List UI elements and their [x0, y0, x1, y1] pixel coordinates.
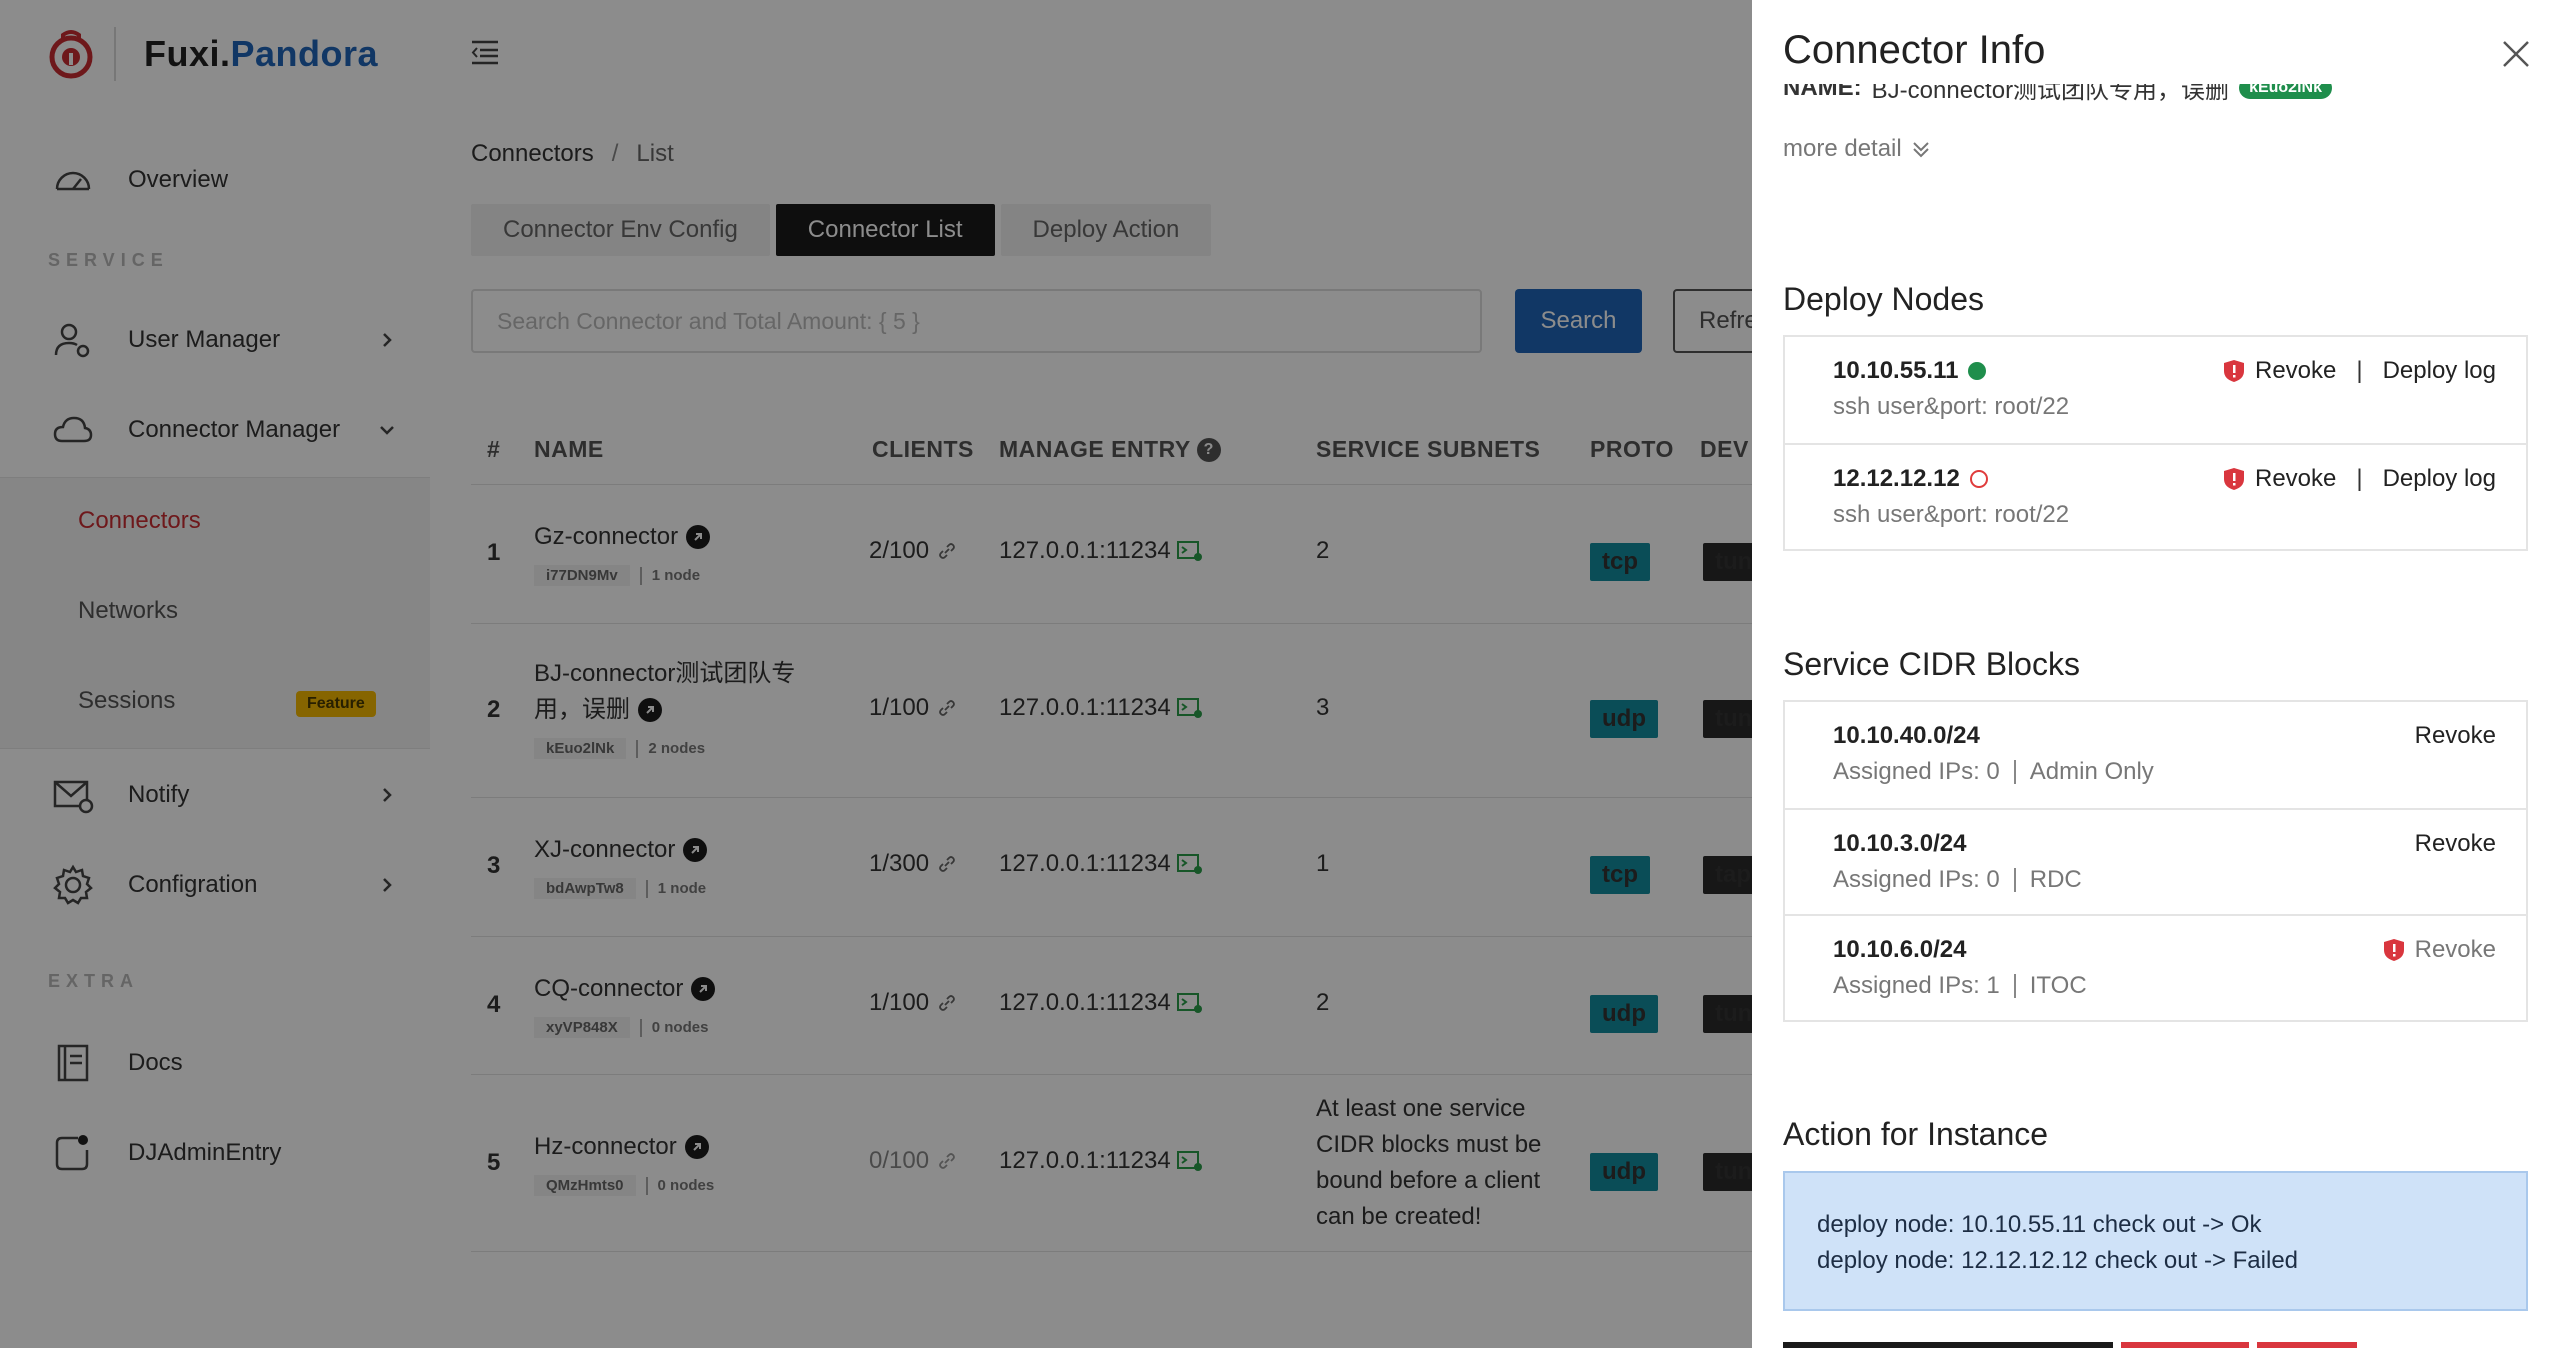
name-key-badge: kEuo2lNk	[2239, 84, 2332, 99]
action-line: deploy node: 10.10.55.11 check out -> Ok	[1817, 1211, 2262, 1238]
drawer-title: Connector Info	[1783, 28, 2046, 72]
status-ok-icon	[1968, 362, 1987, 380]
action-result-box: deploy node: 10.10.55.11 check out -> Ok…	[1783, 1171, 2528, 1311]
status-failed-icon	[1969, 470, 1988, 488]
revoke-node-button[interactable]: Revoke	[2255, 465, 2336, 493]
assigned-ips: Assigned IPs: 0	[1833, 866, 2000, 893]
revoke-cidr-button[interactable]: Revoke	[2415, 830, 2496, 858]
action-title: Action for Instance	[1783, 1116, 2049, 1152]
cidr-item: 10.10.6.0/24 Assigned IPs: 1 ITOC Revoke	[1785, 914, 2526, 1020]
drawer-danger-button-2[interactable]	[2257, 1342, 2357, 1348]
connector-info-drawer: Connector Info NAME: BJ-connector测试团队专用，…	[1752, 0, 2556, 1348]
cidr-tag: Admin Only	[2029, 758, 2154, 785]
deploy-nodes-title: Deploy Nodes	[1783, 281, 1984, 317]
revoke-node-button[interactable]: Revoke	[2255, 357, 2336, 385]
cidr-list: 10.10.40.0/24 Assigned IPs: 0 Admin Only …	[1783, 700, 2528, 1022]
more-detail-toggle[interactable]: more detail	[1783, 135, 1932, 163]
cidr-value: 10.10.6.0/24	[1833, 936, 1967, 963]
shield-icon	[2223, 360, 2244, 382]
action-line: deploy node: 12.12.12.12 check out -> Fa…	[1817, 1247, 2299, 1274]
assigned-ips: Assigned IPs: 1	[1833, 972, 2000, 999]
deploy-node-item: 10.10.55.11 ssh user&port: root/22 Revok…	[1833, 357, 2496, 420]
name-line-clip: NAME: BJ-connector测试团队专用，误删 kEuo2lNk	[1752, 84, 2556, 114]
chevron-down-icon	[1913, 142, 1929, 158]
connector-name-line: NAME: BJ-connector测试团队专用，误删 kEuo2lNk	[1783, 84, 2332, 105]
cidr-tag: ITOC	[2029, 972, 2087, 999]
shield-icon	[2383, 939, 2404, 961]
revoke-cidr-button[interactable]: Revoke	[2415, 936, 2496, 964]
cidr-title: Service CIDR Blocks	[1783, 646, 2080, 682]
cidr-tag: RDC	[2029, 866, 2082, 893]
cidr-value: 10.10.40.0/24	[1833, 722, 1980, 749]
cidr-item: 10.10.3.0/24 Assigned IPs: 0 RDC Revoke	[1785, 808, 2526, 914]
node-ssh: ssh user&port: root/22	[1833, 393, 2070, 420]
deploy-nodes-list: 10.10.55.11 ssh user&port: root/22 Revok…	[1783, 335, 2528, 551]
close-icon[interactable]	[2498, 36, 2534, 72]
node-ssh: ssh user&port: root/22	[1833, 501, 2070, 528]
node-ip: 10.10.55.11	[1833, 357, 1959, 384]
deploy-log-button[interactable]: Deploy log	[2383, 357, 2496, 385]
deploy-log-button[interactable]: Deploy log	[2383, 465, 2496, 493]
revoke-cidr-button[interactable]: Revoke	[2415, 722, 2496, 750]
assigned-ips: Assigned IPs: 0	[1833, 758, 2000, 785]
cidr-item: 10.10.40.0/24 Assigned IPs: 0 Admin Only …	[1785, 702, 2526, 808]
more-detail-label: more detail	[1783, 135, 1902, 162]
shield-icon	[2223, 468, 2244, 490]
drawer-primary-button[interactable]	[1783, 1342, 2113, 1348]
cidr-value: 10.10.3.0/24	[1833, 830, 1967, 857]
node-ip: 12.12.12.12	[1833, 465, 1960, 492]
deploy-node-item: 12.12.12.12 ssh user&port: root/22 Revok…	[1785, 443, 2526, 549]
name-value: BJ-connector测试团队专用，误删	[1871, 84, 2230, 104]
drawer-danger-button[interactable]	[2121, 1342, 2249, 1348]
modal-overlay[interactable]	[0, 0, 1752, 1348]
name-label: NAME:	[1783, 84, 1862, 101]
